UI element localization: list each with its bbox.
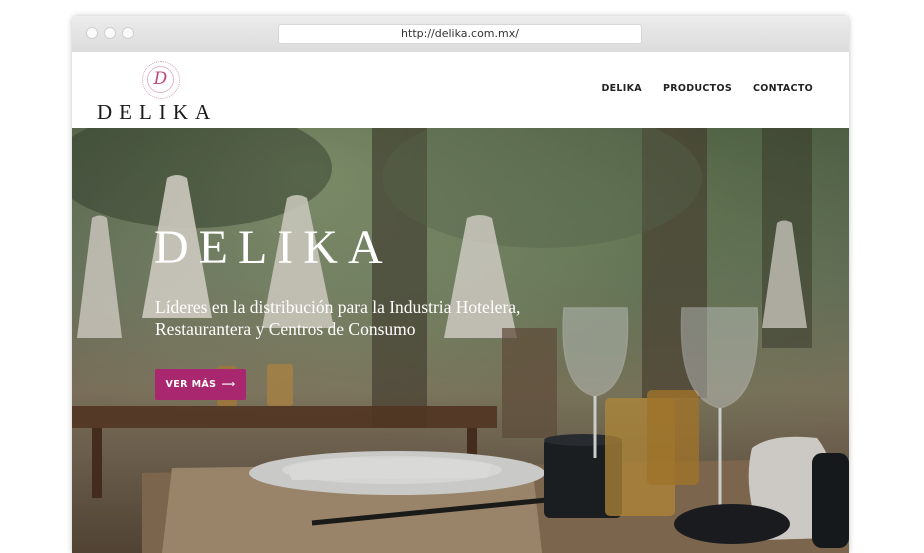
nav-item-productos[interactable]: PRODUCTOS <box>663 83 732 94</box>
hero-background-photo <box>72 128 849 553</box>
site-header: D DELIKA DELIKA PRODUCTOS CONTACTO <box>72 52 849 128</box>
hero-title: DELIKA <box>154 221 393 274</box>
logo-monogram-icon[interactable]: D <box>142 61 180 99</box>
logo-wordmark[interactable]: DELIKA <box>97 100 217 125</box>
hero-subtitle: Líderes en la distribución para la Indus… <box>155 296 595 340</box>
window-maximize-dot[interactable] <box>122 27 134 39</box>
browser-window: http://delika.com.mx/ D DELIKA DELIKA PR… <box>72 16 849 553</box>
window-minimize-dot[interactable] <box>104 27 116 39</box>
hero-subtitle-line-1: Líderes en la distribución para la Indus… <box>155 297 521 317</box>
nav-item-contacto[interactable]: CONTACTO <box>753 83 813 94</box>
hero-subtitle-line-2: Restaurantera y Centros de Consumo <box>155 319 416 339</box>
nav-item-delika[interactable]: DELIKA <box>601 83 641 94</box>
address-bar[interactable]: http://delika.com.mx/ <box>278 24 642 44</box>
arrow-right-icon: ⟶ <box>221 379 236 390</box>
main-nav: DELIKA PRODUCTOS CONTACTO <box>601 83 813 94</box>
logo-monogram-letter: D <box>147 66 174 93</box>
hero-banner: DELIKA Líderes en la distribución para l… <box>72 128 849 553</box>
browser-toolbar: http://delika.com.mx/ <box>72 16 849 53</box>
ver-mas-button[interactable]: VER MÁS ⟶ <box>155 369 246 400</box>
window-close-dot[interactable] <box>86 27 98 39</box>
ver-mas-label: VER MÁS <box>165 379 217 390</box>
